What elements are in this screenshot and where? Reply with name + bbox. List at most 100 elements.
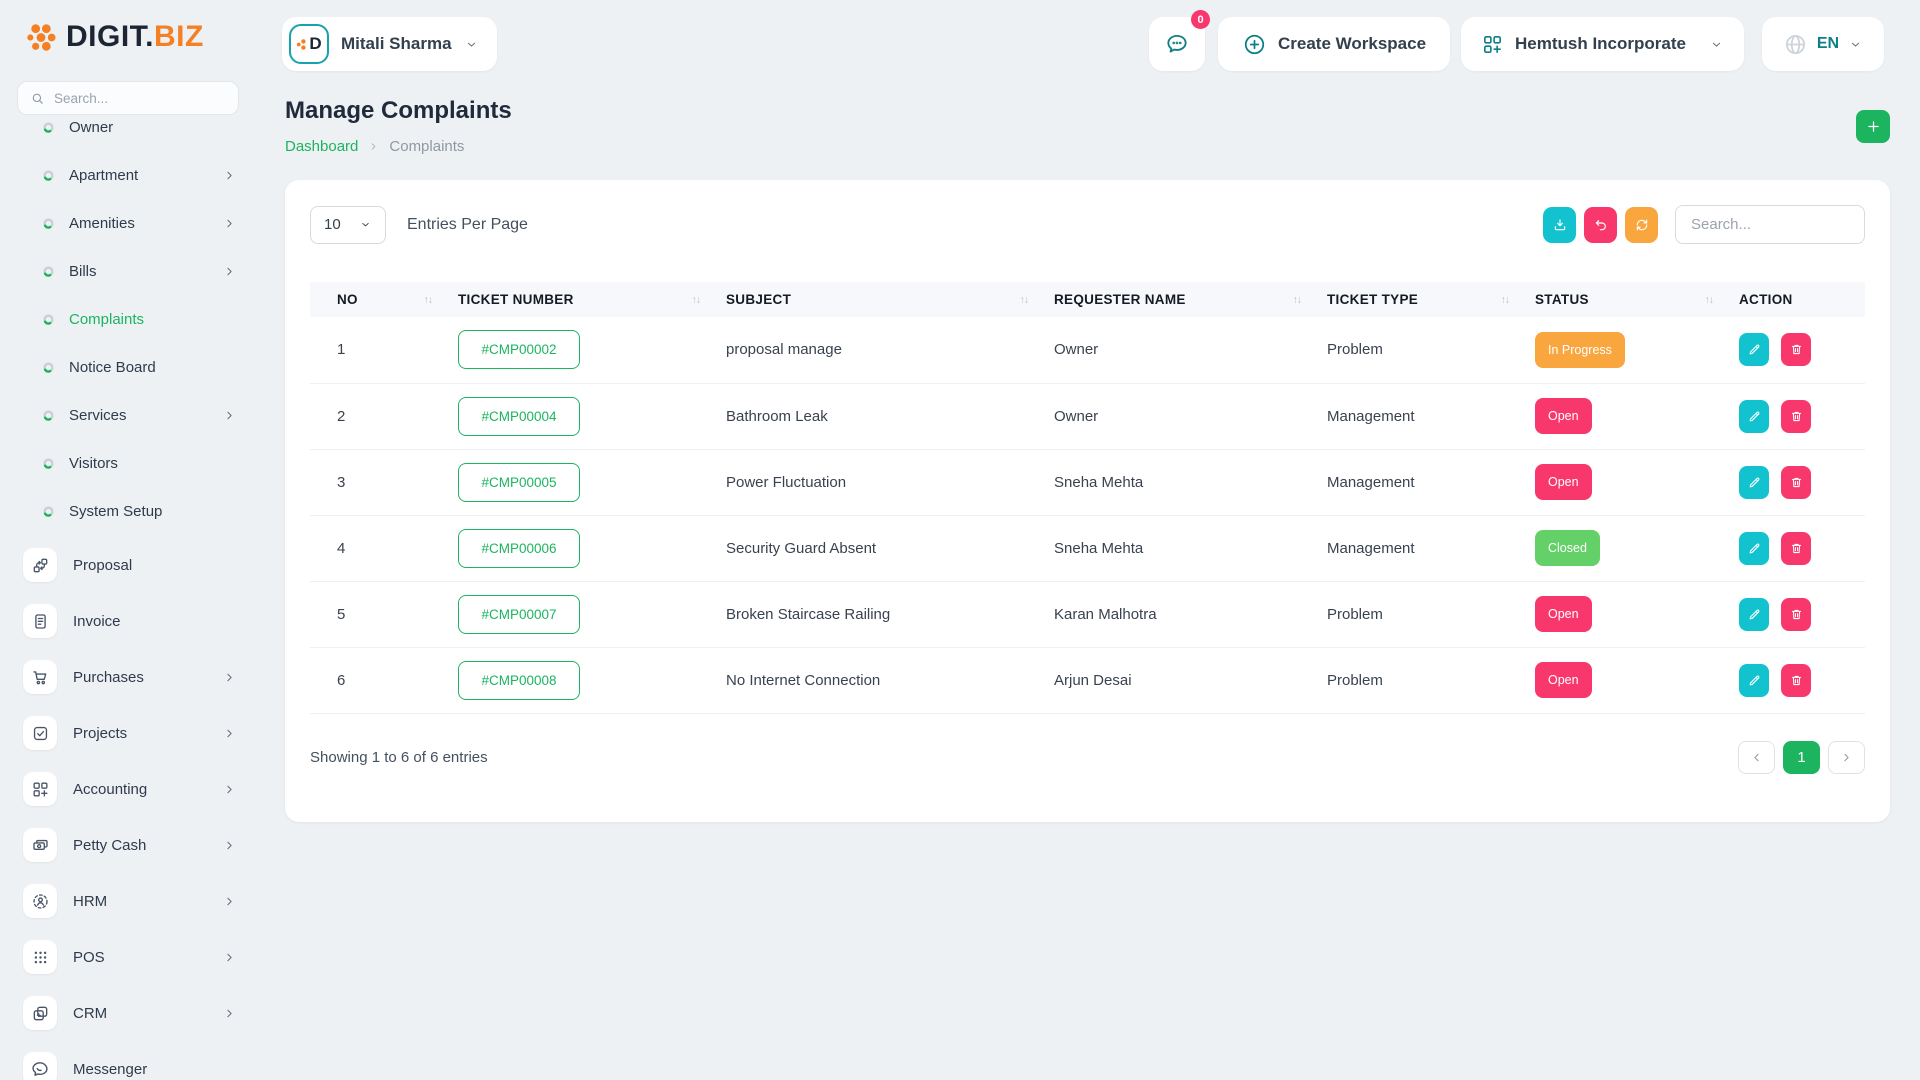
edit-button[interactable] — [1739, 598, 1769, 631]
ticket-number-badge[interactable]: #CMP00007 — [458, 595, 580, 634]
delete-button[interactable] — [1781, 400, 1811, 433]
cell-subject: Broken Staircase Railing — [726, 581, 1054, 647]
crm-icon — [23, 996, 57, 1030]
sidebar-group-2: Proposal Invoice Purchases Projects Acco… — [0, 537, 260, 1080]
cell-ticket-number: #CMP00008 — [458, 647, 726, 713]
status-ring-icon — [43, 506, 54, 517]
undo-button[interactable] — [1584, 207, 1617, 243]
column-header-subject[interactable]: SUBJECT ↑↓ — [726, 282, 1054, 317]
column-header-status[interactable]: STATUS ↑↓ — [1535, 282, 1739, 317]
sidebar-item-services[interactable]: Services — [0, 391, 260, 439]
sidebar-group-1: Owner Apartment Amenities Bills Complain… — [0, 118, 260, 535]
create-workspace-button[interactable]: Create Workspace — [1218, 17, 1450, 71]
chevron-right-icon — [223, 727, 236, 740]
edit-button[interactable] — [1739, 333, 1769, 366]
workspace-selector[interactable]: D Mitali Sharma — [282, 17, 497, 71]
cell-no: 4 — [310, 515, 458, 581]
ticket-number-badge[interactable]: #CMP00002 — [458, 330, 580, 369]
sidebar-search[interactable] — [17, 81, 239, 115]
sidebar-item-petty-cash[interactable]: Petty Cash — [0, 817, 260, 873]
next-page-button[interactable] — [1828, 741, 1865, 774]
sidebar-item-hrm[interactable]: HRM — [0, 873, 260, 929]
previous-page-button[interactable] — [1738, 741, 1775, 774]
chevron-right-icon — [368, 141, 379, 152]
app-logo[interactable]: DIGIT.BIZ — [25, 20, 204, 54]
table-search-input[interactable] — [1675, 205, 1865, 244]
cell-requester-name: Sneha Mehta — [1054, 449, 1327, 515]
language-selector[interactable]: EN — [1762, 17, 1884, 71]
sidebar-search-input[interactable] — [54, 91, 226, 106]
cell-ticket-type: Management — [1327, 383, 1535, 449]
delete-button[interactable] — [1781, 664, 1811, 697]
sidebar-item-system-setup[interactable]: System Setup — [0, 487, 260, 535]
export-button[interactable] — [1543, 207, 1576, 243]
page-1-button[interactable]: 1 — [1783, 741, 1820, 774]
ticket-number-badge[interactable]: #CMP00008 — [458, 661, 580, 700]
add-complaint-button[interactable] — [1856, 110, 1890, 143]
sidebar-item-complaints[interactable]: Complaints — [0, 295, 260, 343]
table-row: 1 #CMP00002 proposal manage Owner Proble… — [310, 317, 1865, 383]
cell-no: 3 — [310, 449, 458, 515]
sidebar-item-purchases[interactable]: Purchases — [0, 649, 260, 705]
sidebar-item-amenities[interactable]: Amenities — [0, 199, 260, 247]
sort-icon: ↑↓ — [1293, 294, 1302, 306]
column-header-no[interactable]: NO ↑↓ — [310, 282, 458, 317]
cell-action — [1739, 647, 1865, 713]
refresh-button[interactable] — [1625, 207, 1658, 243]
edit-button[interactable] — [1739, 400, 1769, 433]
purchases-icon — [23, 660, 57, 694]
globe-icon — [1783, 32, 1808, 57]
cell-status: Closed — [1535, 515, 1739, 581]
cell-action — [1739, 449, 1865, 515]
sidebar-item-invoice[interactable]: Invoice — [0, 593, 260, 649]
breadcrumb-dashboard-link[interactable]: Dashboard — [285, 138, 358, 155]
column-header-ticket-type[interactable]: TICKET TYPE ↑↓ — [1327, 282, 1535, 317]
cell-subject: proposal manage — [726, 317, 1054, 383]
edit-button[interactable] — [1739, 532, 1769, 565]
column-header-requester-name[interactable]: REQUESTER NAME ↑↓ — [1054, 282, 1327, 317]
sidebar-item-notice-board[interactable]: Notice Board — [0, 343, 260, 391]
ticket-number-badge[interactable]: #CMP00005 — [458, 463, 580, 502]
sidebar-item-proposal[interactable]: Proposal — [0, 537, 260, 593]
column-header-ticket-number[interactable]: TICKET NUMBER ↑↓ — [458, 282, 726, 317]
cell-status: Open — [1535, 449, 1739, 515]
sort-icon: ↑↓ — [424, 294, 433, 306]
cell-requester-name: Sneha Mehta — [1054, 515, 1327, 581]
sidebar-item-pos[interactable]: POS — [0, 929, 260, 985]
delete-button[interactable] — [1781, 532, 1811, 565]
delete-button[interactable] — [1781, 466, 1811, 499]
company-selector[interactable]: Hemtush Incorporate — [1461, 17, 1744, 71]
sidebar-item-apartment[interactable]: Apartment — [0, 151, 260, 199]
chevron-right-icon — [223, 783, 236, 796]
entries-per-page-select[interactable]: 10 — [310, 206, 386, 244]
sort-icon: ↑↓ — [1705, 294, 1714, 306]
chat-button[interactable]: 0 — [1149, 17, 1205, 71]
cell-ticket-number: #CMP00004 — [458, 383, 726, 449]
cell-status: In Progress — [1535, 317, 1739, 383]
pencil-icon — [1747, 541, 1762, 556]
sidebar-item-visitors[interactable]: Visitors — [0, 439, 260, 487]
edit-button[interactable] — [1739, 664, 1769, 697]
sidebar-item-accounting[interactable]: Accounting — [0, 761, 260, 817]
delete-button[interactable] — [1781, 333, 1811, 366]
complaints-card: 10 Entries Per Page NO ↑↓ TICKET NUMBER … — [285, 180, 1890, 822]
ticket-number-badge[interactable]: #CMP00006 — [458, 529, 580, 568]
chevron-right-icon — [223, 217, 236, 230]
sidebar-item-projects[interactable]: Projects — [0, 705, 260, 761]
entries-per-page-label: Entries Per Page — [407, 216, 528, 234]
edit-button[interactable] — [1739, 466, 1769, 499]
status-badge: In Progress — [1535, 332, 1625, 368]
sidebar-item-owner[interactable]: Owner — [0, 118, 260, 151]
sidebar-item-messenger[interactable]: Messenger — [0, 1041, 260, 1080]
sidebar-item-crm[interactable]: CRM — [0, 985, 260, 1041]
cell-requester-name: Owner — [1054, 383, 1327, 449]
ticket-number-badge[interactable]: #CMP00004 — [458, 397, 580, 436]
sort-icon: ↑↓ — [1501, 294, 1510, 306]
chevron-down-icon — [464, 37, 479, 52]
pencil-icon — [1747, 342, 1762, 357]
status-badge: Closed — [1535, 530, 1600, 566]
delete-button[interactable] — [1781, 598, 1811, 631]
sidebar-item-bills[interactable]: Bills — [0, 247, 260, 295]
chevron-right-icon — [223, 265, 236, 278]
status-ring-icon — [43, 314, 54, 325]
